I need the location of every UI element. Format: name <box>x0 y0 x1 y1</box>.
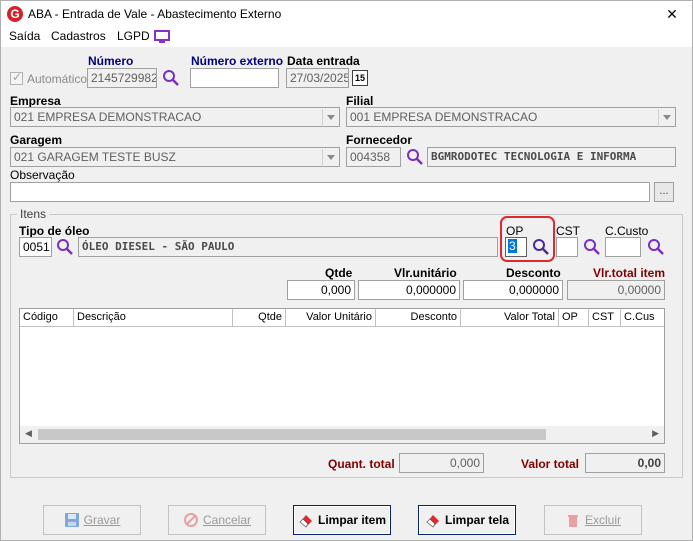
filial-select[interactable]: 001 EMPRESA DEMONSTRACAO <box>346 107 676 127</box>
column-header-cst[interactable]: CST <box>589 309 621 327</box>
op-label: OP <box>506 224 524 238</box>
automatico-checkbox[interactable] <box>10 70 23 85</box>
desconto-input[interactable]: 0,000000 <box>463 280 563 300</box>
numero-externo-label: Número externo <box>191 54 284 68</box>
cancel-icon <box>183 513 198 527</box>
empresa-select[interactable]: 021 EMPRESA DEMONSTRACAO <box>10 107 340 127</box>
filial-value: 001 EMPRESA DEMONSTRACAO <box>350 110 538 124</box>
cst-input[interactable] <box>556 237 578 257</box>
vlr-unitario-label: Vlr.unitário <box>394 266 457 280</box>
op-value: 3 <box>508 239 517 253</box>
qtde-label: Qtde <box>325 266 353 280</box>
quant-total-label: Quant. total <box>328 457 395 471</box>
data-entrada-label: Data entrada <box>287 54 360 68</box>
valor-total-label: Valor total <box>521 457 580 471</box>
limpar-item-button[interactable]: Limpar item <box>293 505 391 535</box>
save-icon <box>64 513 79 527</box>
chevron-down-icon[interactable] <box>322 109 338 125</box>
desconto-label: Desconto <box>506 266 561 280</box>
numero-search-icon[interactable] <box>162 69 180 87</box>
main-window: G ABA - Entrada de Vale - Abastecimento … <box>0 0 693 541</box>
vlr-total-item-field: 0,00000 <box>567 280 665 300</box>
limpar-item-label: Limpar item <box>317 513 386 527</box>
eraser-icon <box>299 515 312 528</box>
garagem-value: 021 GARAGEM TESTE BUSZ <box>14 150 176 164</box>
scroll-left-icon[interactable]: ◀ <box>25 428 32 439</box>
fornecedor-label: Fornecedor <box>346 133 413 147</box>
observacao-label: Observação <box>10 168 75 182</box>
column-header-qtde[interactable]: Qtde <box>233 309 286 327</box>
excluir-label: Excluir <box>584 513 621 527</box>
tipo-oleo-code-input[interactable]: 0051 <box>19 237 52 257</box>
fornecedor-name-field: BGMRODOTEC TECNOLOGIA E INFORMA <box>427 147 676 167</box>
garagem-label: Garagem <box>10 133 63 147</box>
ccusto-search-icon[interactable] <box>647 238 665 256</box>
window-title: ABA - Entrada de Vale - Abastecimento Ex… <box>28 7 282 21</box>
column-header-descricao[interactable]: Descrição <box>74 309 233 327</box>
vlr-total-item-label: Vlr.total item <box>593 266 666 280</box>
itens-group-title: Itens <box>17 207 50 221</box>
ccusto-input[interactable] <box>605 237 641 257</box>
valor-total-field: 0,00 <box>585 453 665 473</box>
column-header-valor-unitario[interactable]: Valor Unitário <box>286 309 376 327</box>
tipo-oleo-search-icon[interactable] <box>56 238 74 256</box>
scrollbar-thumb[interactable] <box>38 429 546 440</box>
limpar-tela-button[interactable]: Limpar tela <box>418 505 516 535</box>
qtde-input[interactable]: 0,000 <box>287 280 355 300</box>
title-bar: G ABA - Entrada de Vale - Abastecimento … <box>1 1 692 27</box>
cst-label: CST <box>556 224 580 238</box>
observacao-more-button[interactable]: ... <box>654 182 674 202</box>
table-header: Código Descrição Qtde Valor Unitário Des… <box>20 309 664 327</box>
chevron-down-icon[interactable] <box>322 149 338 165</box>
menu-item-saida[interactable]: Saída <box>9 29 40 43</box>
column-header-codigo[interactable]: Código <box>20 309 74 327</box>
eraser-icon <box>426 515 439 528</box>
empresa-value: 021 EMPRESA DEMONSTRACAO <box>14 110 202 124</box>
automatico-label: Automático <box>27 72 88 86</box>
scroll-right-icon[interactable]: ▶ <box>652 428 659 439</box>
menu-bar: Saída Cadastros LGPD <box>1 27 692 47</box>
app-logo-icon: G <box>7 6 23 22</box>
cst-search-icon[interactable] <box>583 238 601 256</box>
data-entrada-field[interactable]: 27/03/2025 <box>286 68 349 88</box>
column-header-desconto[interactable]: Desconto <box>376 309 461 327</box>
cancelar-button[interactable]: Cancelar <box>168 505 266 535</box>
numero-label: Número <box>88 54 134 68</box>
limpar-tela-label: Limpar tela <box>444 513 510 527</box>
column-header-ccusto[interactable]: C.Cus <box>621 309 664 327</box>
horizontal-scrollbar[interactable]: ◀ ▶ <box>20 426 664 443</box>
tipo-oleo-name-field: ÓLEO DIESEL - SÃO PAULO <box>78 237 498 257</box>
fornecedor-search-icon[interactable] <box>406 148 424 166</box>
monitor-icon[interactable] <box>154 30 170 44</box>
gravar-button[interactable]: Gravar <box>43 505 141 535</box>
quant-total-field: 0,000 <box>399 453 484 473</box>
excluir-button[interactable]: Excluir <box>544 505 642 535</box>
vlr-unitario-input[interactable]: 0,000000 <box>358 280 460 300</box>
menu-item-cadastros[interactable]: Cadastros <box>51 29 106 43</box>
op-input[interactable]: 3 <box>505 237 527 257</box>
menu-item-lgpd[interactable]: LGPD <box>117 29 150 43</box>
calendar-icon[interactable]: 15 <box>352 70 368 86</box>
chevron-down-icon[interactable] <box>658 109 674 125</box>
trash-icon <box>567 515 578 527</box>
garagem-select[interactable]: 021 GARAGEM TESTE BUSZ <box>10 147 340 167</box>
column-header-op[interactable]: OP <box>559 309 589 327</box>
cancelar-label: Cancelar <box>202 513 252 527</box>
tipo-oleo-label: Tipo de óleo <box>19 224 90 238</box>
filial-label: Filial <box>346 94 374 108</box>
op-search-icon[interactable] <box>532 238 550 256</box>
ccusto-label: C.Custo <box>605 224 649 238</box>
numero-field: 2145729982 <box>87 68 157 88</box>
close-button[interactable]: ✕ <box>652 1 692 27</box>
observacao-input[interactable] <box>10 182 650 202</box>
items-table[interactable]: Código Descrição Qtde Valor Unitário Des… <box>19 308 665 444</box>
fornecedor-code-field[interactable]: 004358 <box>346 147 401 167</box>
numero-externo-input[interactable] <box>190 68 279 88</box>
gravar-label: Gravar <box>83 513 121 527</box>
empresa-label: Empresa <box>10 94 61 108</box>
column-header-valor-total[interactable]: Valor Total <box>461 309 559 327</box>
